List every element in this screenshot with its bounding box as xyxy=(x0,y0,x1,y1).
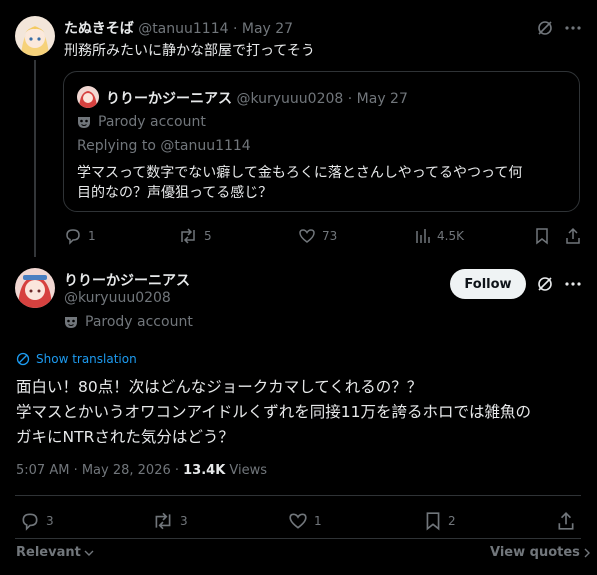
avatar xyxy=(77,86,99,108)
separator-dot: · xyxy=(232,21,238,37)
share-icon[interactable] xyxy=(564,227,582,245)
repost-count: 3 xyxy=(180,514,188,528)
more-icon[interactable] xyxy=(565,281,581,287)
replying-to: Replying to @tanuu1114 xyxy=(77,138,251,154)
display-name[interactable]: りりーかジーニアス xyxy=(64,270,190,290)
more-icon[interactable] xyxy=(565,25,581,31)
relevant-sort-button[interactable]: Relevant xyxy=(16,545,94,560)
translate-icon xyxy=(16,352,30,366)
reply-icon xyxy=(64,227,82,245)
reply-button[interactable]: 3 xyxy=(20,511,54,531)
handle[interactable]: @kuryuuu0208 xyxy=(64,290,171,306)
parody-text: Parody account xyxy=(98,114,206,130)
grok-icon[interactable] xyxy=(536,275,554,293)
repost-count: 5 xyxy=(204,229,212,243)
like-button[interactable]: 73 xyxy=(298,227,337,245)
handle: @kuryuuu0208 xyxy=(236,91,344,107)
view-quotes-label: View quotes xyxy=(490,545,580,560)
like-count: 1 xyxy=(314,514,322,528)
view-count: 13.4K xyxy=(183,463,226,478)
relevant-label: Relevant xyxy=(16,545,81,560)
reply-icon xyxy=(20,511,40,531)
post-text-line: ガキにNTRされた気分はどう？ xyxy=(16,428,234,446)
share-icon[interactable] xyxy=(556,511,576,531)
post-text-line: 学マスとかいうオワコンアイドルくずれを同接11万を誇るホロでは雑魚の xyxy=(16,403,531,421)
views-button[interactable]: 4.5K xyxy=(415,227,464,245)
like-count: 73 xyxy=(322,229,338,243)
bookmark-button[interactable]: 2 xyxy=(424,511,456,531)
replying-label: Replying to xyxy=(77,138,156,154)
chevron-right-icon xyxy=(584,548,591,558)
follow-button[interactable]: Follow xyxy=(450,269,526,299)
chevron-down-icon xyxy=(84,549,94,557)
handle[interactable]: @tanuu1114 xyxy=(138,21,228,37)
like-button[interactable]: 1 xyxy=(288,511,322,531)
heart-icon xyxy=(288,511,308,531)
post-date[interactable]: May 27 xyxy=(242,21,293,37)
bookmark-count: 2 xyxy=(448,514,456,528)
bookmark-icon xyxy=(424,511,442,531)
divider xyxy=(15,538,581,539)
thread-line xyxy=(34,60,36,257)
mask-icon xyxy=(64,315,78,329)
parody-label: Parody account xyxy=(77,114,206,130)
replying-handle[interactable]: @tanuu1114 xyxy=(160,138,250,154)
quoted-header: りりーかジーニアス @kuryuuu0208 · May 27 xyxy=(106,88,408,108)
quoted-text-line: 学マスって数字でない癖して金もろくに落とさんしやってるやつって何 xyxy=(77,165,523,181)
post-meta: 5:07 AM · May 28, 2026 · 13.4K Views xyxy=(16,463,267,478)
view-count: 4.5K xyxy=(437,229,464,243)
separator-dot: · xyxy=(347,91,353,107)
show-translation-link[interactable]: Show translation xyxy=(16,352,137,366)
repost-button[interactable]: 5 xyxy=(178,227,212,245)
view-quotes-link[interactable]: View quotes xyxy=(490,545,591,560)
post-text: 刑務所みたいに静かな部屋で打ってそう xyxy=(64,43,315,59)
parody-label: Parody account xyxy=(64,314,193,330)
parent-header: たぬきそば @tanuu1114 · May 27 xyxy=(64,18,293,38)
bookmark-icon[interactable] xyxy=(534,227,550,245)
show-translation-text: Show translation xyxy=(36,352,137,366)
grok-icon[interactable] xyxy=(536,19,554,37)
quoted-text-line: 目的なの？声優狙ってる感じ？ xyxy=(77,185,273,201)
repost-button[interactable]: 3 xyxy=(152,511,188,531)
analytics-icon xyxy=(415,227,431,245)
divider xyxy=(15,495,581,496)
post-date: May 27 xyxy=(356,91,408,107)
repost-icon xyxy=(152,511,174,531)
avatar[interactable] xyxy=(15,16,55,56)
repost-icon xyxy=(178,227,198,245)
views-label: Views xyxy=(225,463,268,478)
display-name: りりーかジーニアス xyxy=(106,91,232,107)
reply-count: 3 xyxy=(46,514,54,528)
reply-count: 1 xyxy=(88,229,96,243)
display-name[interactable]: たぬきそば xyxy=(64,21,134,37)
heart-icon xyxy=(298,227,316,245)
mask-icon xyxy=(77,115,91,129)
reply-button[interactable]: 1 xyxy=(64,227,96,245)
parody-text: Parody account xyxy=(85,314,193,330)
post-timestamp[interactable]: 5:07 AM · May 28, 2026 · xyxy=(16,463,183,478)
avatar[interactable] xyxy=(15,268,55,308)
post-text-line: 面白い！80点！次はどんなジョークカマしてくれるの？？ xyxy=(16,378,423,396)
